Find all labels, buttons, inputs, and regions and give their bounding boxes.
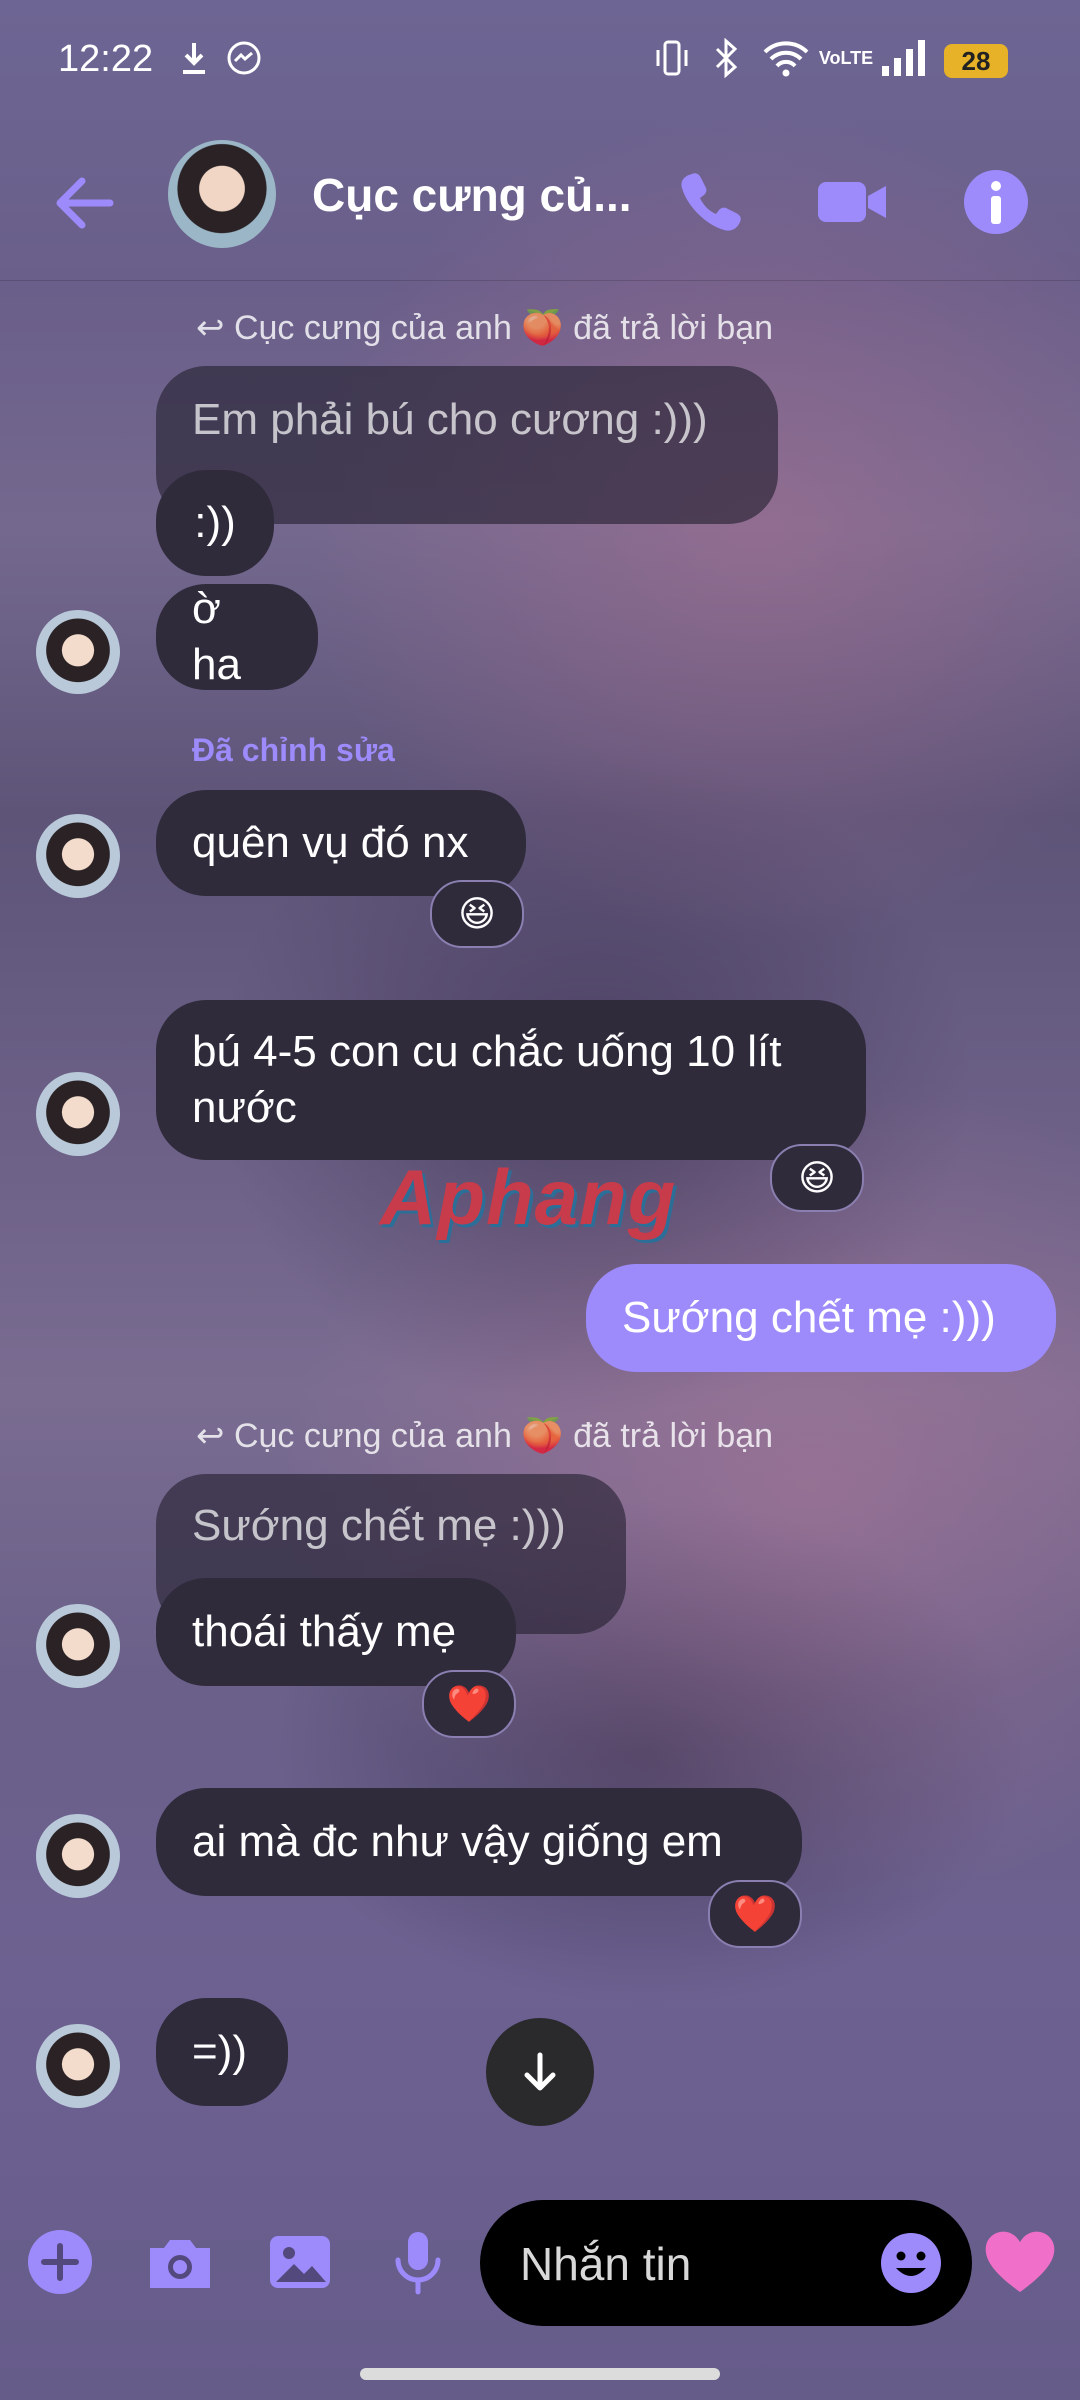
emoji-icon[interactable]: [878, 2230, 944, 2296]
reaction-badge[interactable]: 😆: [770, 1144, 864, 1212]
vibrate-icon: [652, 36, 692, 80]
message-input[interactable]: [518, 2230, 862, 2298]
status-time: 12:22: [58, 38, 154, 80]
bluetooth-icon: [706, 36, 746, 80]
edited-label: Đã chỉnh sửa: [192, 732, 395, 768]
battery-indicator: 28: [944, 44, 1008, 78]
reply-icon: ↩: [196, 1417, 234, 1455]
message-bubble[interactable]: bú 4-5 con cu chắc uống 10 lít nước: [156, 1000, 866, 1160]
reaction-badge[interactable]: 😆: [430, 880, 524, 948]
volte-icon: VoLTE: [819, 36, 873, 80]
wifi-icon: [760, 36, 812, 80]
arrow-down-icon: [524, 2052, 556, 2091]
network-label: VoLTE: [818, 48, 874, 68]
reply-note-text: Cục cưng của anh 🍑 đã trả lời bạn: [233, 1417, 774, 1455]
reaction-badge[interactable]: ❤️: [422, 1670, 516, 1738]
scroll-to-bottom-button[interactable]: [486, 2018, 594, 2126]
message-text: nước: [192, 1083, 297, 1132]
microphone-icon[interactable]: [380, 2224, 456, 2300]
message-bubble[interactable]: =)): [156, 1998, 288, 2106]
reply-note: ↩ Cục cưng của anh 🍑 đã trả lời bạn: [196, 308, 773, 348]
reaction-badge[interactable]: ❤️: [708, 1880, 802, 1948]
video-camera-icon[interactable]: [812, 162, 892, 242]
message-text: bú 4-5 con cu chắc uống 10 lít: [192, 1027, 782, 1076]
contact-avatar[interactable]: [168, 140, 276, 248]
status-bar: 12:22 VoLTE 28: [0, 0, 1080, 120]
plus-icon[interactable]: [22, 2224, 98, 2300]
message-input-container: [480, 2200, 972, 2326]
reply-note-text: Cục cưng của anh 🍑 đã trả lời bạn: [233, 309, 774, 347]
signal-icon: [878, 36, 930, 80]
home-indicator[interactable]: [360, 2368, 720, 2380]
watermark-logo: Aphang: [380, 1153, 677, 1241]
heart-icon[interactable]: [982, 2226, 1058, 2296]
message-bubble[interactable]: ai mà đc như vậy giống em: [156, 1788, 802, 1896]
sender-avatar[interactable]: [36, 610, 120, 694]
phone-icon[interactable]: [670, 162, 750, 242]
info-icon[interactable]: [956, 162, 1036, 242]
sender-avatar[interactable]: [36, 814, 120, 898]
reply-note: ↩ Cục cưng của anh 🍑 đã trả lời bạn: [196, 1416, 773, 1456]
download-icon: [176, 36, 212, 80]
sender-avatar[interactable]: [36, 1072, 120, 1156]
chat-header: Cục cưng củ...: [0, 120, 1080, 281]
sender-avatar[interactable]: [36, 1604, 120, 1688]
message-bubble[interactable]: :)): [156, 470, 274, 576]
my-message-bubble[interactable]: Sướng chết mẹ :))): [586, 1264, 1056, 1372]
camera-icon[interactable]: [142, 2224, 218, 2300]
messenger-icon: [224, 36, 264, 80]
message-bubble[interactable]: ờ ha: [156, 584, 318, 690]
image-icon[interactable]: [262, 2224, 338, 2300]
sender-avatar[interactable]: [36, 2024, 120, 2108]
contact-name[interactable]: Cục cưng củ...: [312, 168, 632, 222]
sender-avatar[interactable]: [36, 1814, 120, 1898]
back-arrow-icon[interactable]: [50, 168, 120, 238]
reply-icon: ↩: [196, 309, 234, 347]
